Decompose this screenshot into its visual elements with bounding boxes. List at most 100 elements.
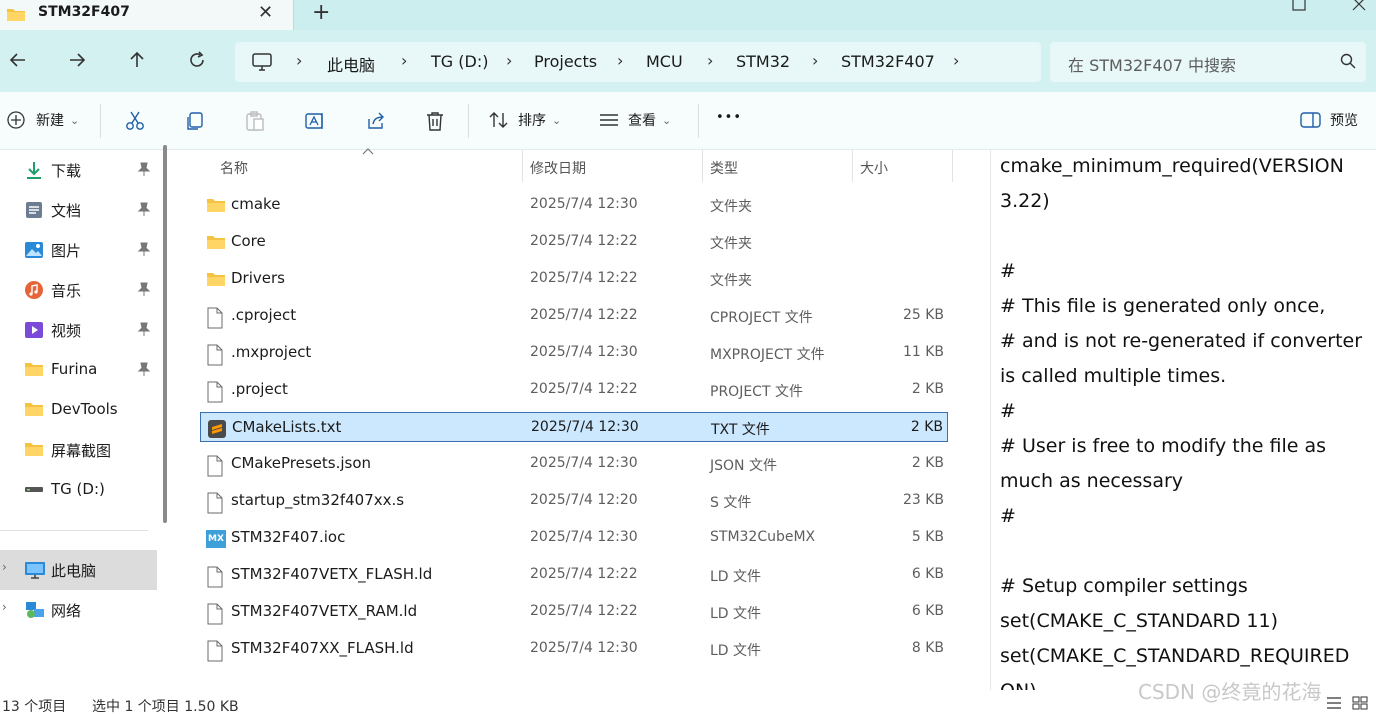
maximize-icon[interactable] bbox=[1292, 0, 1306, 15]
column-divider[interactable] bbox=[952, 150, 953, 182]
column-header-date[interactable]: 修改日期 bbox=[530, 158, 586, 178]
table-row[interactable]: CMakeLists.txt 2025/7/4 12:30 TXT 文件 2 KB bbox=[200, 412, 948, 442]
sidebar-item-screenshots[interactable]: 屏幕截图 bbox=[0, 430, 157, 470]
column-header-size[interactable]: 大小 bbox=[860, 158, 888, 178]
sidebar-item-label: DevTools bbox=[51, 400, 118, 418]
table-row[interactable]: STM32F407VETX_RAM.ld 2025/7/4 12:22 LD 文件 6… bbox=[200, 597, 948, 627]
sort-icon bbox=[489, 112, 508, 128]
copy-icon[interactable] bbox=[184, 110, 206, 136]
sidebar-item-music[interactable]: 音乐 bbox=[0, 270, 157, 310]
column-divider[interactable] bbox=[852, 150, 853, 182]
sidebar-item-label: Furina bbox=[51, 360, 98, 378]
table-row[interactable]: .project 2025/7/4 12:22 PROJECT 文件 2 KB bbox=[200, 375, 948, 405]
breadcrumb-separator[interactable]: › bbox=[401, 51, 407, 70]
table-row[interactable]: STM32F407XX_FLASH.ld 2025/7/4 12:30 LD 文件 8… bbox=[200, 634, 948, 664]
share-icon[interactable] bbox=[365, 110, 387, 136]
search-input[interactable]: 在 STM32F407 中搜索 bbox=[1050, 42, 1366, 82]
file-modified-date: 2025/7/4 12:22 bbox=[530, 307, 638, 323]
column-divider[interactable] bbox=[522, 150, 523, 182]
details-view-icon[interactable] bbox=[1326, 696, 1342, 714]
table-row[interactable]: CMakePresets.json 2025/7/4 12:30 JSON 文件 2 … bbox=[200, 449, 948, 479]
column-header-name[interactable]: 名称 bbox=[220, 158, 248, 178]
forward-icon[interactable] bbox=[67, 50, 87, 75]
file-icon bbox=[206, 492, 224, 518]
download-icon bbox=[24, 160, 44, 184]
file-name: .project bbox=[231, 380, 288, 398]
file-modified-date: 2025/7/4 12:30 bbox=[530, 196, 638, 212]
close-window-icon[interactable] bbox=[1352, 0, 1366, 15]
view-button[interactable]: 查看 ⌄ bbox=[598, 110, 671, 130]
file-type: STM32CubeMX bbox=[710, 529, 816, 545]
chevron-right-icon[interactable]: › bbox=[2, 560, 7, 574]
table-row[interactable]: cmake 2025/7/4 12:30 文件夹 bbox=[200, 190, 948, 220]
breadcrumb-separator[interactable]: › bbox=[953, 51, 959, 70]
preview-text-line: ON) bbox=[1000, 680, 1037, 690]
tab-stm32f407[interactable]: STM32F407 ✕ bbox=[0, 0, 294, 30]
table-row[interactable]: MX STM32F407.ioc 2025/7/4 12:30 STM32CubeMX… bbox=[200, 523, 948, 553]
preview-label: 预览 bbox=[1330, 113, 1358, 129]
delete-icon[interactable] bbox=[424, 110, 446, 136]
file-size: 11 KB bbox=[902, 344, 944, 360]
breadcrumb[interactable]: › 此电脑 › TG (D:) › Projects › MCU › STM32… bbox=[235, 42, 1041, 82]
breadcrumb-drive[interactable]: TG (D:) bbox=[431, 52, 488, 71]
document-icon bbox=[24, 200, 44, 224]
file-size: 23 KB bbox=[902, 492, 944, 508]
table-row[interactable]: .mxproject 2025/7/4 12:30 MXPROJECT 文件 11 K… bbox=[200, 338, 948, 368]
column-divider[interactable] bbox=[702, 150, 703, 182]
up-icon[interactable] bbox=[127, 50, 147, 75]
title-bar: STM32F407 ✕ + bbox=[0, 0, 1376, 30]
breadcrumb-separator[interactable]: › bbox=[296, 51, 302, 70]
breadcrumb-separator[interactable]: › bbox=[707, 51, 713, 70]
file-type: LD 文件 bbox=[710, 569, 762, 585]
sidebar-item-pictures[interactable]: 图片 bbox=[0, 230, 157, 270]
table-row[interactable]: startup_stm32f407xx.s 2025/7/4 12:20 S 文件 2… bbox=[200, 486, 948, 516]
file-type: S 文件 bbox=[710, 495, 752, 511]
breadcrumb-stm32f407[interactable]: STM32F407 bbox=[841, 52, 935, 71]
back-icon[interactable] bbox=[8, 50, 28, 75]
breadcrumb-separator[interactable]: › bbox=[617, 51, 623, 70]
folder-icon bbox=[24, 400, 44, 422]
folder-icon bbox=[24, 360, 44, 382]
table-row[interactable]: Core 2025/7/4 12:22 文件夹 bbox=[200, 227, 948, 257]
close-tab-button[interactable]: ✕ bbox=[258, 2, 273, 23]
item-count: 13 个项目 bbox=[2, 699, 67, 715]
table-row[interactable]: Drivers 2025/7/4 12:22 文件夹 bbox=[200, 264, 948, 294]
sidebar-item-drive-d[interactable]: TG (D:) bbox=[0, 470, 157, 510]
tiles-view-icon[interactable] bbox=[1352, 696, 1368, 714]
sidebar-item-furina[interactable]: Furina bbox=[0, 350, 157, 390]
column-header-type[interactable]: 类型 bbox=[710, 158, 738, 178]
breadcrumb-mcu[interactable]: MCU bbox=[646, 52, 683, 71]
new-button[interactable]: 新建 ⌄ bbox=[6, 110, 79, 130]
table-row[interactable]: .cproject 2025/7/4 12:22 CPROJECT 文件 25 KB bbox=[200, 301, 948, 331]
navigation-pane: 下载 文档 图片 音乐 视频 Furina DevTools 屏幕截图 TG (… bbox=[0, 150, 168, 690]
sidebar-item-documents[interactable]: 文档 bbox=[0, 190, 157, 230]
breadcrumb-separator[interactable]: › bbox=[812, 51, 818, 70]
more-options-button[interactable]: ••• bbox=[716, 110, 742, 125]
refresh-icon[interactable] bbox=[187, 50, 207, 75]
sidebar-item-network[interactable]: › 网络 bbox=[0, 590, 157, 630]
sort-button[interactable]: 排序 ⌄ bbox=[488, 110, 561, 130]
sidebar-item-downloads[interactable]: 下载 bbox=[0, 150, 157, 190]
file-name: startup_stm32f407xx.s bbox=[231, 491, 405, 509]
sidebar-item-devtools[interactable]: DevTools bbox=[0, 390, 157, 430]
preview-text-line: cmake_minimum_required(VERSION bbox=[1000, 155, 1344, 177]
file-icon bbox=[206, 381, 224, 407]
file-type: 文件夹 bbox=[710, 199, 752, 215]
new-tab-button[interactable]: + bbox=[312, 0, 330, 25]
preview-text-line: # Setup compiler settings bbox=[1000, 575, 1248, 597]
pin-icon bbox=[137, 162, 151, 179]
sidebar-item-this-pc[interactable]: › 此电脑 bbox=[0, 550, 157, 590]
sidebar-scrollbar[interactable] bbox=[163, 145, 167, 523]
chevron-right-icon[interactable]: › bbox=[2, 600, 7, 614]
table-row[interactable]: STM32F407VETX_FLASH.ld 2025/7/4 12:22 LD 文… bbox=[200, 560, 948, 590]
rename-icon[interactable] bbox=[304, 110, 326, 136]
search-icon[interactable] bbox=[1340, 53, 1356, 73]
breadcrumb-this-pc[interactable]: 此电脑 bbox=[327, 52, 375, 76]
breadcrumb-separator[interactable]: › bbox=[506, 51, 512, 70]
breadcrumb-stm32[interactable]: STM32 bbox=[736, 52, 790, 71]
pin-icon bbox=[137, 362, 151, 379]
cut-icon[interactable] bbox=[124, 110, 146, 136]
breadcrumb-projects[interactable]: Projects bbox=[534, 52, 597, 71]
preview-pane-button[interactable]: 预览 bbox=[1300, 110, 1358, 130]
sidebar-item-videos[interactable]: 视频 bbox=[0, 310, 157, 350]
